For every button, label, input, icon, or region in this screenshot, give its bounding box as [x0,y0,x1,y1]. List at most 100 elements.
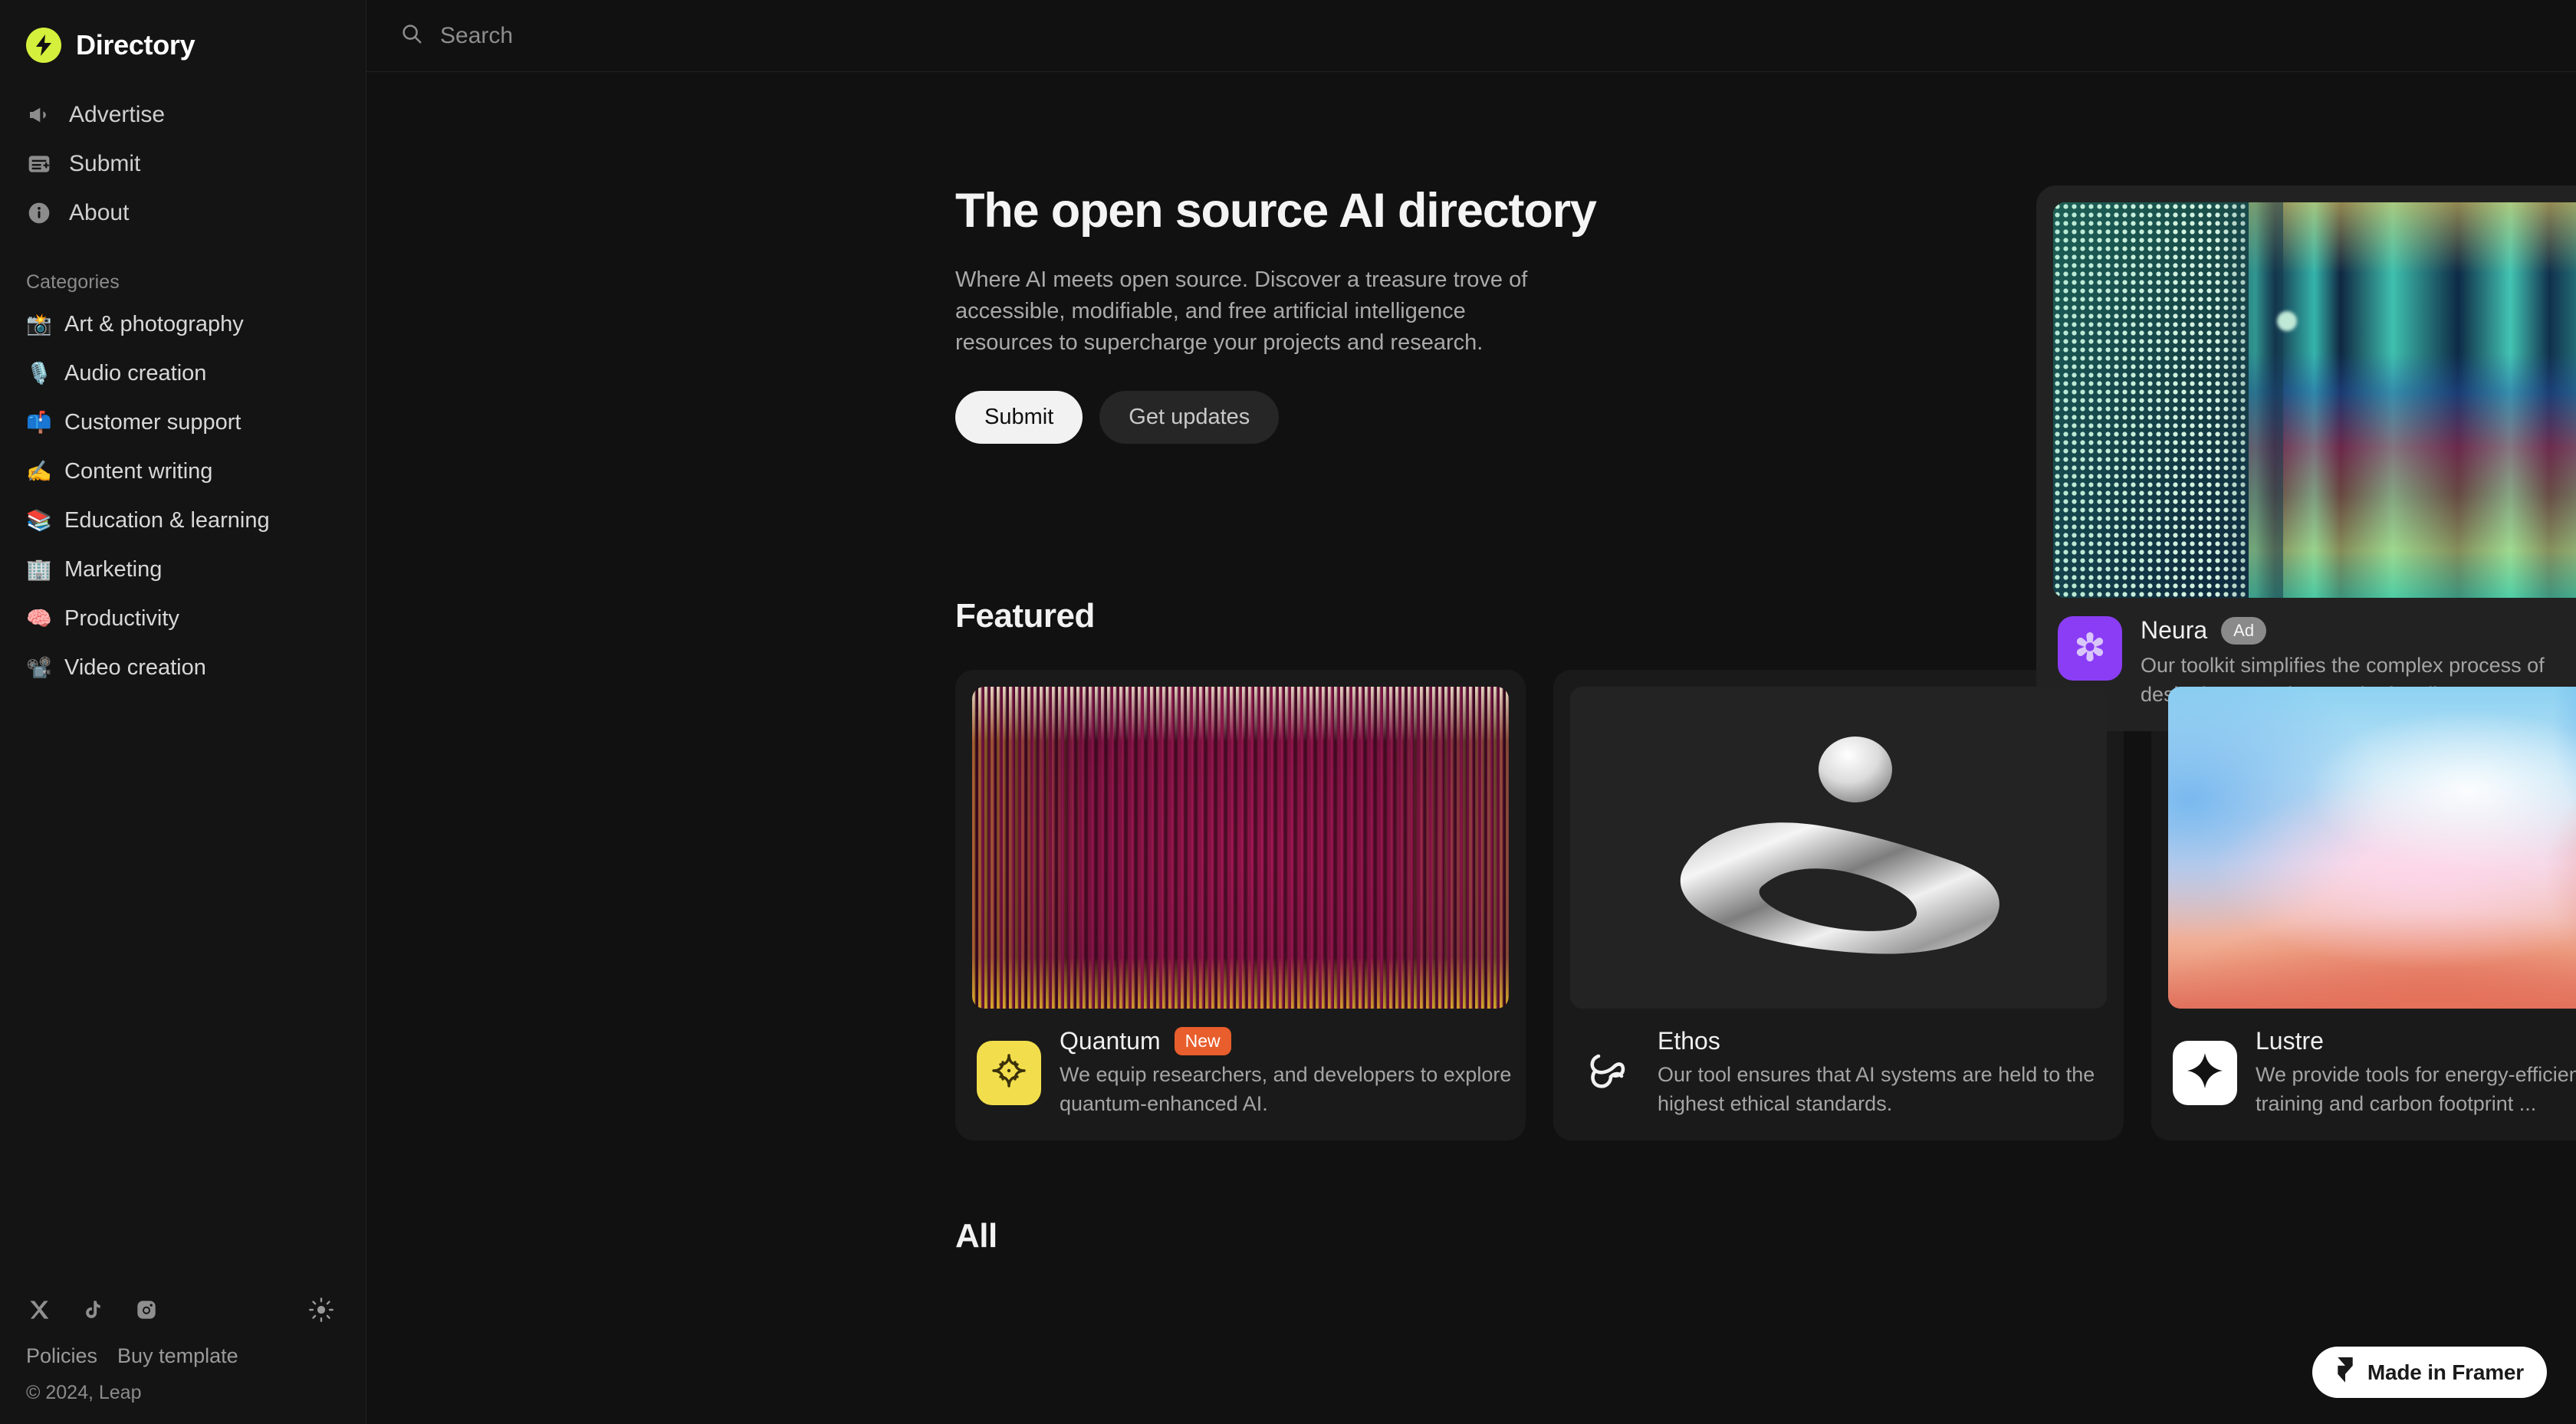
card-image [972,687,1509,1009]
card-description: We provide tools for energy-efficient mo… [2256,1063,2576,1116]
page-body: The open source AI directory Where AI me… [366,72,2576,1424]
instagram-icon[interactable] [133,1297,159,1323]
sidebar-item-marketing[interactable]: 🏢 Marketing [0,545,366,594]
footer-link-policies[interactable]: Policies [26,1344,97,1368]
sidebar-item-productivity[interactable]: 🧠 Productivity [0,594,366,643]
card-text: Quantum New We equip researchers, and de… [1060,1027,1520,1119]
sidebar-item-label: About [69,200,130,225]
sidebar-footer: Policies Buy template © 2024, Leap [0,1295,366,1424]
ad-card[interactable]: Neura Ad Our toolkit simplifies the comp… [2036,185,2576,731]
card-image [2168,687,2576,1009]
microphone-icon: 🎙️ [26,362,52,386]
page-title: The open source AI directory [955,184,1597,238]
get-updates-button[interactable]: Get updates [1099,391,1280,445]
card-title: Quantum [1060,1027,1161,1055]
brain-icon: 🧠 [26,607,52,631]
card-title-row: Quantum New [1060,1027,1520,1056]
sidebar-item-video-creation[interactable]: 📽️ Video creation [0,643,366,692]
mailbox-icon: 📫 [26,411,52,435]
category-label: Education & learning [64,507,270,533]
quantum-artwork [972,687,1509,1009]
app-root: Directory Advertise Submit About Categor… [0,0,2576,1424]
lightning-bolt-icon [26,28,61,63]
categories-list: 📸 Art & photography 🎙️ Audio creation 📫 … [0,300,366,692]
ethos-artwork [1570,687,2107,1009]
card-text: Lustre We provide tools for energy-effic… [2256,1027,2576,1119]
lustre-artwork [2168,687,2576,1009]
quantum-atom-icon [989,1051,1029,1094]
card-title: Lustre [2256,1027,2324,1055]
card-text: Ethos Our tool ensures that AI systems a… [1658,1027,2118,1119]
card-description: We equip researchers, and developers to … [1060,1063,1512,1116]
info-circle-icon [26,200,52,226]
footer-links: Policies Buy template [26,1344,366,1368]
sidebar-item-education-learning[interactable]: 📚 Education & learning [0,496,366,545]
category-label: Audio creation [64,360,207,386]
ad-title: Neura [2141,616,2208,644]
brand[interactable]: Directory [0,0,366,75]
card-title-row: Ethos [1658,1027,2118,1055]
writing-hand-icon: ✍️ [26,460,52,484]
sidebar-item-about[interactable]: About [0,189,366,238]
categories-heading: Categories [26,271,120,293]
category-label: Productivity [64,605,179,631]
sidebar-item-art-photography[interactable]: 📸 Art & photography [0,300,366,349]
list-item[interactable]: Quantum New We equip researchers, and de… [955,670,1526,1140]
card-title: Ethos [1658,1027,1720,1055]
footer-link-buy-template[interactable]: Buy template [117,1344,238,1368]
sidebar-item-content-writing[interactable]: ✍️ Content writing [0,447,366,496]
card-footer: Quantum New We equip researchers, and de… [972,1009,1511,1124]
sun-icon[interactable] [307,1295,336,1324]
list-item[interactable]: Ethos Our tool ensures that AI systems a… [1553,670,2124,1140]
sidebar-item-label: Submit [69,151,141,176]
card-footer: Ethos Our tool ensures that AI systems a… [1570,1009,2107,1124]
card-footer: Lustre We provide tools for energy-effic… [2168,1009,2576,1124]
card-title-row: Lustre [2256,1027,2576,1055]
status-badge: New [1174,1027,1231,1056]
category-label: Marketing [64,556,163,582]
framer-logo-icon [2335,1357,2355,1387]
social-links [26,1295,336,1324]
avatar [2058,616,2122,681]
category-label: Content writing [64,458,213,484]
sidebar-item-advertise[interactable]: Advertise [0,90,366,139]
list-item[interactable]: Lustre We provide tools for energy-effic… [2151,670,2576,1140]
camera-icon: 📸 [26,313,52,336]
search-input[interactable]: Search [400,22,513,49]
hero-text-block: The open source AI directory Where AI me… [366,107,2013,445]
search-placeholder: Search [440,22,514,48]
ad-image-dot-fade [2053,202,2283,598]
submit-button[interactable]: Submit [955,391,1083,445]
topbar: Search [366,0,2576,72]
category-label: Video creation [64,655,206,680]
hero-actions: Submit Get updates [955,391,1645,445]
sidebar: Directory Advertise Submit About Categor… [0,0,366,1424]
main-content: Search The open source AI directory Wher… [366,0,2576,1424]
category-label: Customer support [64,409,242,435]
search-icon [400,22,423,49]
megaphone-icon [26,102,52,128]
framer-badge-label: Made in Framer [2367,1360,2524,1384]
form-plus-icon [26,151,52,177]
hero-description: Where AI meets open source. Discover a t… [955,267,1528,355]
card-image [1570,687,2107,1009]
books-icon: 📚 [26,509,52,533]
made-in-framer-badge[interactable]: Made in Framer [2312,1347,2547,1398]
sparkle-icon [2185,1051,2225,1094]
sidebar-item-submit[interactable]: Submit [0,139,366,189]
ad-image-glow-left [2277,311,2297,331]
tiktok-icon[interactable] [80,1297,106,1323]
avatar [977,1040,1041,1105]
copyright: © 2024, Leap [26,1382,142,1403]
brand-name: Directory [76,29,196,61]
avatar [2173,1040,2237,1105]
x-twitter-icon[interactable] [26,1297,52,1323]
pinwheel-icon [2072,628,2108,669]
card-description: Our tool ensures that AI systems are hel… [1658,1063,2095,1116]
sidebar-item-audio-creation[interactable]: 🎙️ Audio creation [0,349,366,398]
ad-title-row: Neura Ad [2141,616,2576,645]
sidebar-item-label: Advertise [69,102,166,127]
avatar [1575,1041,1639,1105]
film-projector-icon: 📽️ [26,656,52,680]
sidebar-item-customer-support[interactable]: 📫 Customer support [0,398,366,447]
